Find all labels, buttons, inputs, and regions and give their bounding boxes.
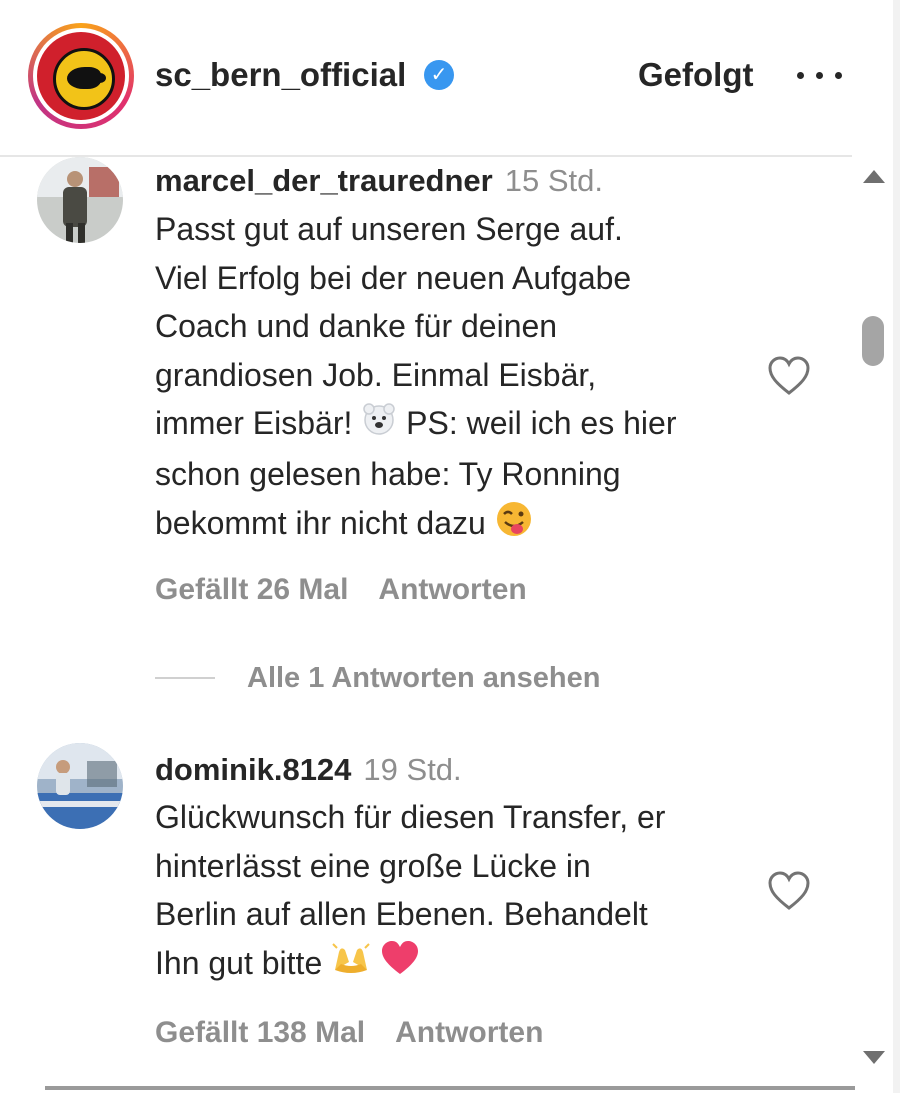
sc-bern-logo xyxy=(37,32,125,120)
scroll-thumb[interactable] xyxy=(862,316,884,366)
reply-button[interactable]: Antworten xyxy=(378,573,526,606)
commenter-username[interactable]: marcel_der_trauredner 15 Std. xyxy=(155,163,603,199)
raised-hands-emoji xyxy=(331,940,371,990)
header-divider xyxy=(0,155,852,157)
bottom-border xyxy=(45,1086,855,1090)
more-options-icon[interactable] xyxy=(793,60,847,90)
commenter-avatar[interactable] xyxy=(37,743,123,829)
post-header: sc_bern_official ✓ Gefolgt xyxy=(0,0,900,155)
following-button[interactable]: Gefolgt xyxy=(638,56,753,94)
comment-text: Passt gut auf unseren Serge auf. Viel Er… xyxy=(155,205,765,551)
window-edge xyxy=(893,0,900,1093)
verified-badge-icon: ✓ xyxy=(424,60,454,90)
like-heart-icon[interactable] xyxy=(766,870,812,912)
scroll-up-arrow-icon[interactable] xyxy=(863,170,885,183)
commenter-username[interactable]: dominik.8124 19 Std. xyxy=(155,752,462,788)
heart-emoji xyxy=(380,940,420,990)
scroll-down-arrow-icon[interactable] xyxy=(863,1051,885,1064)
comment-actions: Gefällt 26 Mal Antworten xyxy=(155,573,527,607)
comment-time: 15 Std. xyxy=(504,163,603,198)
likes-count[interactable]: Gefällt 26 Mal xyxy=(155,573,348,606)
winking-tongue-emoji xyxy=(495,500,533,552)
reply-button[interactable]: Antworten xyxy=(395,1016,543,1049)
comment-time: 19 Std. xyxy=(363,752,462,787)
comment-text: Glückwunsch für diesen Transfer, er hint… xyxy=(155,793,765,990)
replies-line xyxy=(155,677,215,679)
polar-bear-emoji xyxy=(361,401,397,451)
commenter-avatar[interactable] xyxy=(37,157,123,243)
like-heart-icon[interactable] xyxy=(766,355,812,397)
likes-count[interactable]: Gefällt 138 Mal xyxy=(155,1016,365,1049)
comments-scrollbar[interactable] xyxy=(858,162,890,1072)
account-avatar[interactable] xyxy=(28,23,134,129)
comment-actions: Gefällt 138 Mal Antworten xyxy=(155,1016,543,1050)
account-username[interactable]: sc_bern_official xyxy=(155,56,406,94)
